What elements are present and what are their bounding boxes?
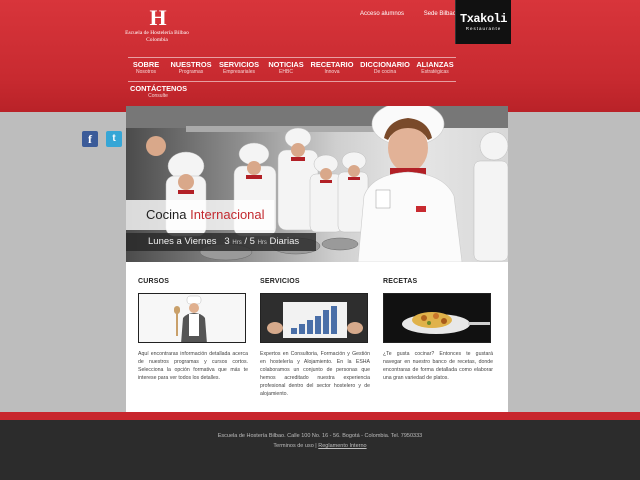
footer-links: Terminos de uso | Reglamento Interno xyxy=(0,443,640,449)
nav-divider-top xyxy=(128,57,456,58)
nav-sublabel: Empresariales xyxy=(223,69,255,75)
nav-divider-middle xyxy=(128,81,456,82)
footer xyxy=(0,420,640,480)
nav-sublabel: De cocina xyxy=(373,69,397,75)
hero-title-part2: Internacional xyxy=(190,207,265,222)
food-photo[interactable] xyxy=(383,293,491,343)
nav-label: SOBRE xyxy=(132,60,160,69)
nav-label: DICCIONARIO xyxy=(360,60,410,69)
servicios-column: SERVICIOS Expertos en Consultoria, Forma… xyxy=(260,262,370,398)
school-logo[interactable]: H Escuela de Hostelería Bilbao Colombia xyxy=(125,5,189,44)
recetas-heading[interactable]: RECETAS xyxy=(383,278,493,285)
nav-item-servicios[interactable]: SERVICIOS Empresariales xyxy=(216,61,262,76)
nav-label: NOTICIAS xyxy=(268,60,304,69)
nav-item-sobre[interactable]: SOBRE Nosotros xyxy=(128,61,164,76)
footer-address: Escuela de Hostería Bilbao. Calle 100 No… xyxy=(217,433,423,439)
recetas-column: RECETAS ¿Te gusta cocinar? Entonces te g… xyxy=(383,262,493,382)
nav-item-diccionario[interactable]: DICCIONARIO De cocina xyxy=(358,61,412,76)
terms-link[interactable]: Terminos de uso xyxy=(273,443,313,449)
schedule-hours-b: 5 xyxy=(249,236,255,247)
logo-mark: H xyxy=(149,5,166,30)
schedule-hours-a: 3 xyxy=(224,236,230,247)
hero-title-part1: Cocina xyxy=(146,207,187,222)
nav-item-contactenos[interactable]: CONTÁCTENOS Consulte xyxy=(130,84,188,100)
nav-sublabel: Nosotros xyxy=(135,69,156,75)
nav-item-recetario[interactable]: RECETARIO Innova xyxy=(310,61,354,76)
cursos-description: Aquí encontraras información detallada a… xyxy=(138,351,248,381)
nav-item-noticias[interactable]: NOTICIAS EHBC xyxy=(266,61,306,76)
nav-label: RECETARIO xyxy=(310,60,354,69)
bilbao-site-link[interactable]: Sede Bilbao xyxy=(424,11,456,17)
logo-text: Escuela de Hostelería Bilbao xyxy=(125,30,189,36)
footer-separator: | xyxy=(315,443,317,449)
cursos-column: CURSOS Aquí encontraras información deta… xyxy=(138,262,248,382)
logo-subtext: Colombia xyxy=(146,37,168,43)
nav-label: NUESTROS xyxy=(170,60,212,69)
nav-sublabel: Estratégicas xyxy=(421,69,449,75)
nav-item-nuestros[interactable]: NUESTROS Programas xyxy=(168,61,214,76)
nav-label: CONTÁCTENOS xyxy=(130,84,188,93)
hero-schedule: Lunes a Viernes 3 Hrs / 5 Hrs Diarias xyxy=(126,233,316,251)
schedule-tail: Diarias xyxy=(269,236,300,247)
nav-sublabel: Innova xyxy=(324,69,340,75)
student-access-link[interactable]: Acceso alumnos xyxy=(360,11,404,17)
txakoli-tagline: Restaurante xyxy=(465,26,502,31)
schedule-days: Lunes a Viernes xyxy=(148,236,217,247)
cursos-heading[interactable]: CURSOS xyxy=(138,278,248,285)
nav-sublabel: Consulte xyxy=(148,93,168,99)
nav-label: SERVICIOS xyxy=(218,60,260,69)
nav-sublabel: Programas xyxy=(178,69,204,75)
nav-label: ALIANZAS xyxy=(416,60,454,69)
schedule-separator: / xyxy=(244,236,247,247)
servicios-heading[interactable]: SERVICIOS xyxy=(260,278,370,285)
facebook-icon[interactable]: f xyxy=(82,131,98,147)
hero-banner: Cocina Internacional Lunes a Viernes 3 H… xyxy=(126,106,508,262)
schedule-unit-b: Hrs xyxy=(257,240,267,246)
hero-title: Cocina Internacional xyxy=(126,200,274,230)
business-chart-photo[interactable] xyxy=(260,293,368,343)
footer-accent xyxy=(0,412,640,420)
txakoli-logo[interactable]: Txakoli Restaurante xyxy=(455,0,511,44)
servicios-description: Expertos en Consultoria, Formación y Ges… xyxy=(260,351,370,397)
nav-item-alianzas[interactable]: ALIANZAS Estratégicas xyxy=(416,61,454,76)
recetas-description: ¿Te gusta cocinar? Entonces te gustará n… xyxy=(383,351,493,381)
twitter-icon[interactable]: t xyxy=(106,131,122,147)
header-band xyxy=(0,0,640,112)
internal-rules-link[interactable]: Reglamento Interno xyxy=(318,443,366,449)
schedule-unit-a: Hrs xyxy=(232,240,242,246)
nav-sublabel: EHBC xyxy=(279,69,293,75)
chef-photo[interactable] xyxy=(138,293,246,343)
txakoli-name: Txakoli xyxy=(460,12,507,26)
